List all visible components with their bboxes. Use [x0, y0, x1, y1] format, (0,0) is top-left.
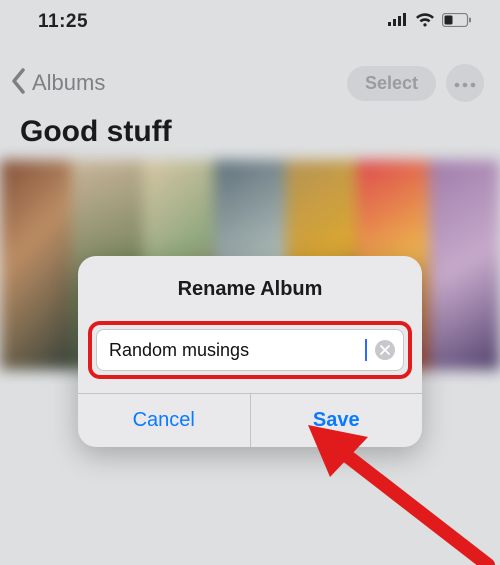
dialog-title: Rename Album [78, 256, 422, 321]
album-name-field-wrap[interactable] [96, 329, 404, 371]
battery-icon [442, 13, 472, 32]
ellipsis-icon [454, 76, 476, 91]
cellular-icon [388, 13, 408, 31]
album-name-input[interactable] [109, 340, 366, 361]
text-cursor [365, 339, 367, 361]
wifi-icon [415, 13, 435, 32]
album-title: Good stuff [20, 115, 172, 149]
status-bar: 11:25 [0, 0, 500, 44]
save-button[interactable]: Save [251, 394, 423, 447]
select-button[interactable]: Select [347, 66, 436, 101]
rename-album-dialog: Rename Album Cancel Save [78, 256, 422, 447]
clear-text-button[interactable] [375, 340, 395, 360]
cancel-button[interactable]: Cancel [78, 394, 251, 447]
back-button[interactable]: Albums [8, 66, 105, 101]
nav-bar: Albums Select [0, 58, 500, 108]
chevron-left-icon [8, 66, 30, 101]
dialog-button-row: Cancel Save [78, 393, 422, 447]
status-indicators [388, 13, 472, 32]
photos-app-screen: 11:25 Albums Select [0, 0, 500, 565]
clear-icon [380, 343, 390, 358]
nav-actions: Select [347, 64, 484, 102]
more-button[interactable] [446, 64, 484, 102]
back-label: Albums [32, 70, 105, 96]
status-time: 11:25 [38, 11, 88, 33]
annotation-input-highlight [88, 321, 412, 379]
